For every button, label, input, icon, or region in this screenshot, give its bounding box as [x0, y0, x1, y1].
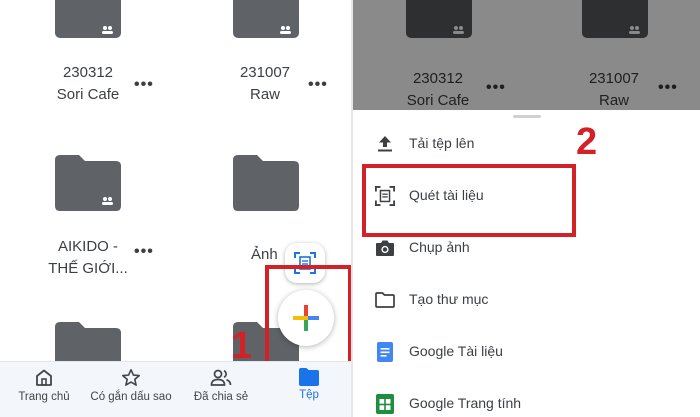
more-options-icon: •••: [658, 79, 678, 96]
folder-name[interactable]: Ảnh: [205, 244, 285, 266]
folder-name[interactable]: 231007 Raw: [205, 62, 325, 106]
nav-item-starred[interactable]: Có gắn dấu sao: [87, 368, 175, 403]
folder-icon: [233, 155, 299, 211]
menu-item-new-folder[interactable]: Tạo thư mục: [353, 274, 700, 326]
folder-icon: [233, 0, 299, 38]
camera-icon: [376, 240, 394, 256]
highlight-box-step-1: [265, 265, 351, 365]
bottom-navigation: Trang chủ Có gắn dấu sao Đã chia sẻ Tệp: [0, 361, 351, 417]
nav-item-files[interactable]: Tệp: [265, 368, 351, 401]
folder-item: [406, 0, 472, 38]
more-options-icon[interactable]: •••: [134, 76, 154, 94]
home-icon: [36, 369, 52, 386]
folder-name: 231007 Raw: [588, 70, 640, 109]
folder-icon: [55, 322, 121, 366]
google-docs-icon: [377, 342, 393, 362]
step-number-1: 1: [231, 325, 253, 367]
folder-icon: [55, 0, 121, 38]
folder-name[interactable]: 230312 Sori Cafe: [28, 62, 148, 106]
more-options-icon[interactable]: •••: [308, 76, 328, 94]
new-item-bottom-sheet: Tải tệp lên Quét tài liệu Chụp ảnh Tạo t…: [353, 110, 700, 417]
drive-new-menu-screen: 230312 Sori Cafe ••• 231007 Raw ••• Tải …: [353, 0, 700, 417]
folder-name: 230312 Sori Cafe: [406, 70, 470, 109]
folder-item[interactable]: [55, 0, 121, 38]
folder-icon: [406, 0, 472, 38]
folder-icon: [55, 155, 121, 211]
menu-item-google-docs[interactable]: Google Tài liệu: [353, 326, 700, 378]
upload-icon: [378, 136, 392, 152]
step-number-2: 2: [576, 121, 598, 163]
folder-item[interactable]: [55, 322, 121, 366]
folder-icon: [582, 0, 648, 38]
dimmed-background[interactable]: 230312 Sori Cafe ••• 231007 Raw •••: [353, 0, 700, 110]
folder-item: [582, 0, 648, 38]
more-options-icon: •••: [486, 79, 506, 96]
people-icon: [210, 369, 232, 386]
menu-item-google-sheets[interactable]: Google Trang tính: [353, 378, 700, 417]
drive-files-screen: 230312 Sori Cafe ••• 231007 Raw ••• AIKI…: [0, 0, 351, 417]
folder-item[interactable]: [55, 155, 121, 211]
star-icon: [122, 369, 140, 386]
folder-icon: [299, 368, 319, 386]
highlight-box-step-2: [362, 164, 576, 237]
folder-name[interactable]: AIKIDO - THẾ GIỚI...: [28, 236, 148, 280]
nav-item-home[interactable]: Trang chủ: [0, 368, 88, 403]
folder-item[interactable]: [233, 0, 299, 38]
folder-item[interactable]: [233, 155, 299, 211]
google-sheets-icon: [376, 394, 394, 414]
nav-item-shared[interactable]: Đã chia sẻ: [177, 368, 265, 403]
menu-item-upload[interactable]: Tải tệp lên: [353, 118, 700, 170]
folder-outline-icon: [375, 292, 395, 308]
more-options-icon[interactable]: •••: [134, 243, 154, 261]
